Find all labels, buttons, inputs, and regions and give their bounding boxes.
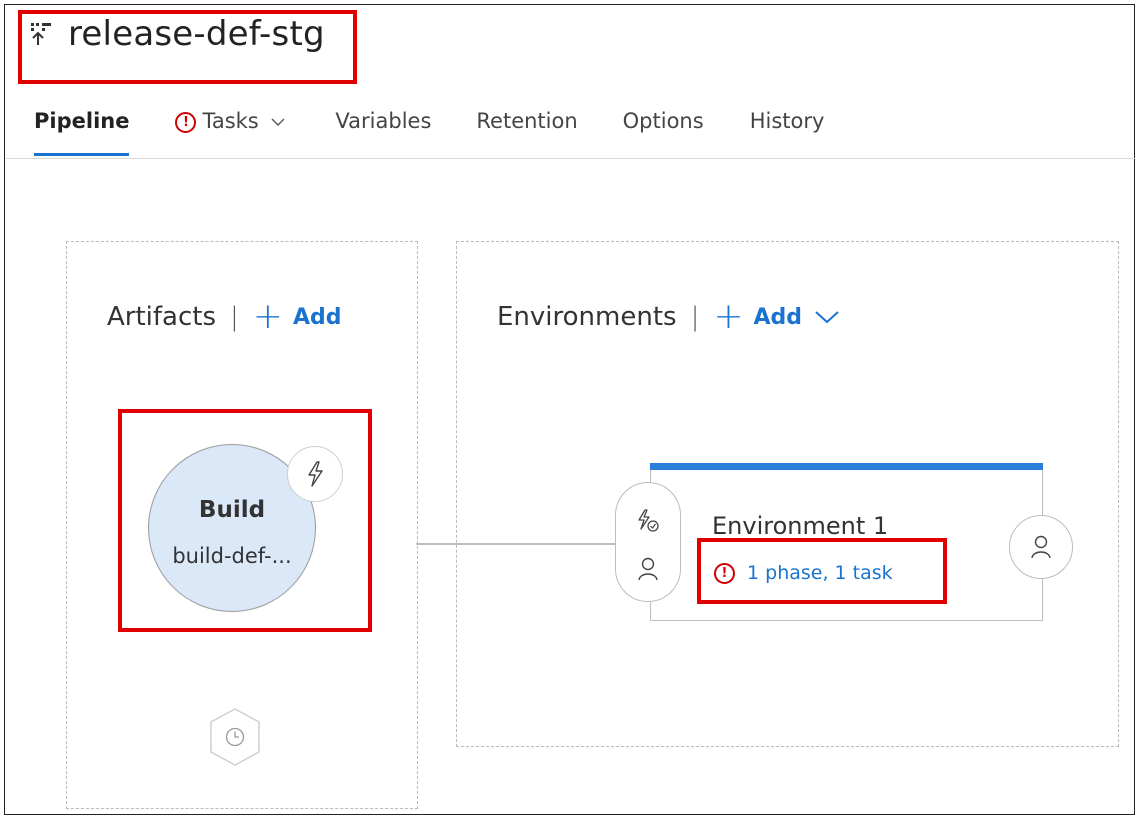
- add-environment-button[interactable]: + Add: [713, 296, 840, 337]
- tab-divider: [6, 158, 1135, 159]
- add-artifact-button[interactable]: + Add: [252, 296, 342, 337]
- artifacts-header: Artifacts | + Add: [107, 296, 342, 337]
- person-icon: [1031, 535, 1051, 559]
- tab-tasks[interactable]: ! Tasks: [175, 104, 285, 154]
- tab-history[interactable]: History: [750, 104, 825, 154]
- tab-label: Tasks: [202, 109, 259, 133]
- clock-hexagon-icon[interactable]: [207, 707, 263, 767]
- tab-retention[interactable]: Retention: [476, 104, 577, 154]
- tab-options[interactable]: Options: [623, 104, 704, 154]
- tab-label: Pipeline: [34, 109, 130, 133]
- tab-variables[interactable]: Variables: [335, 104, 431, 154]
- separator: |: [230, 302, 239, 332]
- post-deployment-conditions[interactable]: [1009, 515, 1073, 579]
- plus-icon: +: [713, 296, 744, 337]
- environment-status-bar: [650, 463, 1043, 470]
- pipeline-connector: [416, 543, 621, 545]
- tab-label: Variables: [335, 109, 432, 133]
- chevron-down-icon[interactable]: [814, 309, 840, 325]
- add-artifact-label: Add: [292, 304, 342, 330]
- artifacts-heading: Artifacts: [107, 302, 217, 332]
- tab-bar: Pipeline ! Tasks Variables Retention Opti…: [34, 104, 825, 156]
- environment-name[interactable]: Environment 1: [712, 512, 888, 540]
- environments-heading: Environments: [497, 302, 677, 332]
- chevron-down-icon: [271, 118, 285, 126]
- add-environment-label: Add: [753, 304, 803, 330]
- task-summary-highlight-box: [697, 538, 947, 604]
- environments-header: Environments | + Add: [497, 296, 840, 337]
- tab-pipeline[interactable]: Pipeline: [34, 104, 130, 156]
- lightning-check-icon[interactable]: [636, 509, 660, 535]
- exclamation-circle-icon: !: [175, 111, 197, 133]
- title-highlight-box: [18, 10, 357, 84]
- tab-label: Retention: [476, 109, 578, 133]
- pre-deployment-conditions[interactable]: [615, 482, 681, 602]
- separator: |: [690, 302, 700, 332]
- tab-label: Options: [622, 109, 704, 133]
- tab-label: History: [749, 109, 825, 133]
- artifact-highlight-box: [118, 409, 372, 632]
- person-icon[interactable]: [638, 557, 658, 581]
- plus-icon: +: [252, 296, 283, 337]
